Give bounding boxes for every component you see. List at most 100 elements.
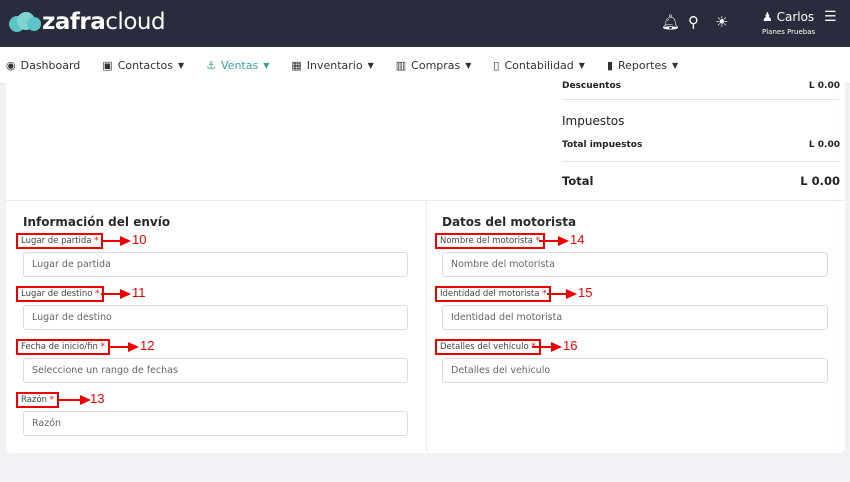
- input-placeholder: Detalles del vehiculo: [451, 365, 551, 376]
- total-value: L 0.00: [800, 174, 840, 188]
- driver-title: Datos del motorista: [442, 215, 577, 229]
- field-label-annotated: Lugar de partida *: [16, 233, 104, 249]
- annotation-arrow: [539, 236, 569, 246]
- chevron-down-icon: ▼: [367, 60, 374, 70]
- driver-field-1-input[interactable]: Identidad del motorista: [442, 305, 828, 330]
- sales-icon: ⚓: [206, 58, 216, 72]
- chevron-down-icon: ▼: [465, 60, 472, 70]
- calculator-icon: ▯: [493, 58, 500, 72]
- divider: [562, 99, 840, 100]
- input-placeholder: Lugar de partida: [32, 259, 111, 270]
- logo-text-bold: zafra: [42, 9, 106, 35]
- field-label-annotated: Lugar de destino *: [16, 286, 105, 302]
- chart-icon: ▮: [606, 58, 613, 72]
- main-nav: ◉ Dashboard ▣ Contactos ▼ ⚓ Ventas ▼ ▦ Inventa…: [0, 47, 850, 83]
- contacts-icon: ▣: [102, 58, 113, 72]
- required-mark: *: [95, 289, 100, 299]
- logo[interactable]: zafra cloud: [8, 9, 166, 35]
- annotation-arrow: [59, 395, 91, 405]
- store-icon: ▥: [395, 58, 407, 72]
- logo-text-light: cloud: [105, 9, 166, 35]
- driver-field-2-input[interactable]: Detalles del vehiculo: [442, 358, 828, 383]
- user-plan: Planes Pruebas: [762, 28, 816, 36]
- field-label: Razón: [21, 395, 47, 405]
- field-label: Identidad del motorista: [440, 289, 540, 299]
- field-label-annotated: Identidad del motorista *: [435, 286, 552, 302]
- input-placeholder: Razón: [32, 418, 62, 429]
- chevron-down-icon: ▼: [578, 60, 585, 70]
- cloud-logo-icon: [9, 12, 41, 32]
- user-menu[interactable]: ♟ Carlos ☰: [762, 9, 837, 25]
- nav-label: Compras: [411, 58, 461, 72]
- nav-label: Contactos: [117, 58, 173, 72]
- annotation-arrow: [532, 342, 562, 352]
- total-row: Total L 0.00: [562, 174, 840, 188]
- nav-label: Ventas: [221, 58, 259, 72]
- divider: [562, 161, 840, 162]
- chevron-down-icon: ▼: [263, 60, 270, 70]
- total-taxes-label: Total impuestos: [562, 140, 643, 150]
- field-label: Nombre del motorista: [440, 236, 534, 246]
- field-label: Detalles del vehículo: [440, 342, 529, 352]
- nav-contactos[interactable]: ▣ Contactos ▼: [102, 59, 184, 72]
- dashboard-icon: ◉: [6, 58, 16, 72]
- shipping-field-0-input[interactable]: Lugar de partida: [23, 252, 408, 277]
- shipping-field-1-input[interactable]: Lugar de destino: [23, 305, 408, 330]
- field-label: Fecha de inicio/fin: [21, 342, 98, 352]
- nav-label: Dashboard: [20, 58, 81, 72]
- required-mark: *: [542, 289, 547, 299]
- input-placeholder: Lugar de destino: [32, 312, 112, 323]
- nav-compras[interactable]: ▥ Compras ▼: [396, 59, 472, 72]
- bell-icon[interactable]: 🔔︎: [661, 13, 680, 31]
- invoice-card: Descuentos L 0.00 Impuestos Total impuest…: [6, 81, 845, 453]
- shipping-title: Información del envío: [23, 215, 171, 229]
- annotation-arrow: [101, 289, 131, 299]
- field-label-annotated: Fecha de inicio/fin *: [16, 339, 110, 355]
- annotation-number: 12: [140, 338, 155, 353]
- nav-contabilidad[interactable]: ▯ Contabilidad ▼: [493, 59, 585, 72]
- total-label: Total: [562, 174, 594, 188]
- required-mark: *: [100, 342, 105, 352]
- input-placeholder: Nombre del motorista: [451, 259, 555, 270]
- annotation-number: 11: [132, 285, 146, 300]
- required-mark: *: [49, 395, 54, 405]
- field-label: Lugar de destino: [21, 289, 93, 299]
- annotation-number: 15: [578, 285, 593, 300]
- nav-label: Reportes: [618, 58, 667, 72]
- total-taxes-value: L 0.00: [808, 140, 840, 150]
- sun-icon[interactable]: ☀: [715, 13, 728, 31]
- annotation-arrow: [109, 342, 139, 352]
- driver-field-0-input[interactable]: Nombre del motorista: [442, 252, 828, 277]
- shipping-field-3-input[interactable]: Razón: [23, 411, 408, 436]
- field-label-annotated: Razón *: [16, 392, 59, 408]
- user-icon: ♟: [762, 10, 773, 24]
- nav-label: Contabilidad: [504, 58, 574, 72]
- top-header: zafra cloud 🔔︎ ⚲ ☀ ♟ Carlos ☰ Planes Prue…: [0, 0, 850, 47]
- field-label: Lugar de partida: [21, 236, 92, 246]
- hamburger-icon[interactable]: ☰: [824, 9, 837, 25]
- search-icon[interactable]: ⚲: [688, 13, 699, 31]
- chevron-down-icon: ▼: [671, 60, 679, 70]
- field-label-annotated: Detalles del vehículo *: [435, 339, 541, 355]
- nav-ventas[interactable]: ⚓ Ventas ▼: [206, 59, 269, 72]
- discounts-label: Descuentos: [562, 81, 622, 91]
- input-placeholder: Identidad del motorista: [451, 312, 563, 323]
- annotation-arrow: [547, 289, 577, 299]
- discounts-row: Descuentos L 0.00: [562, 81, 840, 91]
- shipping-field-2-input[interactable]: Seleccione un rango de fechas: [23, 358, 408, 383]
- input-placeholder: Seleccione un rango de fechas: [32, 365, 178, 376]
- total-taxes-row: Total impuestos L 0.00: [562, 140, 840, 150]
- nav-inventario[interactable]: ▦ Inventario ▼: [291, 59, 373, 72]
- divider: [426, 201, 427, 453]
- annotation-number: 14: [570, 232, 585, 247]
- inventory-icon: ▦: [291, 58, 302, 72]
- annotation-number: 16: [563, 338, 578, 353]
- annotation-arrow: [101, 236, 131, 246]
- annotation-number: 13: [90, 391, 105, 406]
- required-mark: *: [94, 236, 99, 246]
- annotation-number: 10: [132, 232, 147, 247]
- nav-dashboard[interactable]: ◉ Dashboard: [6, 59, 80, 72]
- nav-reportes[interactable]: ▮ Reportes ▼: [607, 59, 678, 72]
- nav-label: Inventario: [306, 58, 363, 72]
- field-label-annotated: Nombre del motorista *: [435, 233, 545, 249]
